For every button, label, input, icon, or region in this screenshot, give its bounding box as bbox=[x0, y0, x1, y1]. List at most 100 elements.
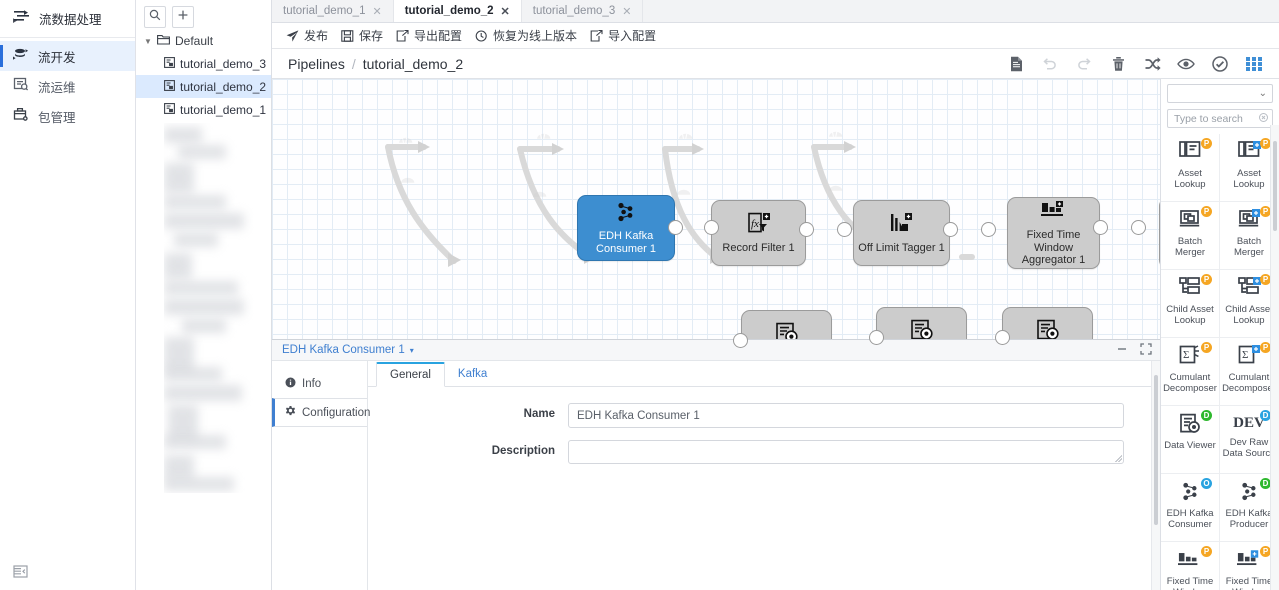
node-port-input[interactable] bbox=[733, 333, 748, 348]
grid-apps-icon[interactable] bbox=[1237, 51, 1271, 77]
node-port-input[interactable] bbox=[704, 220, 719, 235]
node-port-input[interactable] bbox=[837, 222, 852, 237]
tree-file-label: tutorial_demo_3 bbox=[180, 56, 267, 71]
search-button[interactable] bbox=[144, 5, 166, 28]
properties-scrollbar[interactable] bbox=[1151, 361, 1160, 590]
left-nav: 流数据处理 流开发 流运维 包管理 bbox=[0, 0, 136, 590]
folder-icon bbox=[157, 34, 170, 48]
palette-search[interactable]: Type to search bbox=[1167, 109, 1273, 128]
palette-scrollbar[interactable] bbox=[1270, 125, 1279, 590]
data-viewer-icon bbox=[1179, 413, 1202, 437]
sidebar-item-label: 包管理 bbox=[38, 110, 76, 125]
tree-file-item-selected[interactable]: tutorial_demo_2 bbox=[136, 75, 271, 98]
check-circle-icon[interactable] bbox=[1203, 51, 1237, 77]
breadcrumb-current: tutorial_demo_2 bbox=[362, 55, 464, 72]
node-port-input[interactable] bbox=[1131, 220, 1146, 235]
clear-icon[interactable] bbox=[1259, 112, 1268, 125]
palette-item-label: Asset Lookup bbox=[1174, 168, 1206, 190]
node-port-output[interactable] bbox=[943, 222, 958, 237]
editor-tab-active[interactable]: tutorial_demo_2 ✕ bbox=[393, 0, 522, 22]
close-icon[interactable]: ✕ bbox=[622, 5, 631, 18]
pipeline-node-fixed-time-window-aggregator-1[interactable]: Fixed Time Window Aggregator 1 bbox=[1007, 197, 1100, 269]
palette-search-input[interactable]: Type to search bbox=[1174, 113, 1255, 125]
sidebar-item-stream-ops[interactable]: 流运维 bbox=[0, 71, 135, 101]
import-config-button[interactable]: 导入配置 bbox=[590, 27, 669, 44]
pipeline-node-edh-kafka-consumer-1[interactable]: EDH Kafka Consumer 1 bbox=[577, 195, 675, 261]
properties-scroll-thumb[interactable] bbox=[1154, 375, 1158, 525]
document-icon[interactable] bbox=[999, 51, 1033, 77]
tab-kafka[interactable]: Kafka bbox=[445, 361, 500, 386]
redo-icon[interactable] bbox=[1067, 51, 1101, 77]
properties-side-label: Configuration bbox=[302, 406, 371, 419]
pipeline-node-record-filter-1[interactable]: fx Record Filter 1 bbox=[711, 200, 806, 266]
sidebar-item-label: 流运维 bbox=[38, 80, 76, 95]
node-port-output[interactable] bbox=[799, 222, 814, 237]
publish-button[interactable]: 发布 bbox=[286, 27, 341, 44]
properties-side-item-info[interactable]: Info bbox=[272, 369, 367, 398]
pipeline-file-icon bbox=[164, 102, 175, 117]
tree-file-item[interactable]: tutorial_demo_3 bbox=[136, 52, 271, 75]
node-label: Off Limit Tagger 1 bbox=[858, 241, 945, 254]
name-field[interactable]: EDH Kafka Consumer 1 bbox=[568, 403, 1124, 428]
palette-filter-select[interactable]: ⌄ bbox=[1167, 84, 1273, 103]
stream-logo-icon bbox=[13, 9, 30, 27]
node-port-input[interactable] bbox=[981, 222, 996, 237]
trash-icon[interactable] bbox=[1101, 51, 1135, 77]
palette-item-batch-merger[interactable]: P Batch Merger bbox=[1161, 202, 1220, 270]
editor-tab[interactable]: tutorial_demo_1 ✕ bbox=[272, 0, 394, 22]
stream-dev-icon bbox=[13, 47, 29, 65]
fixed-time-window-icon bbox=[1178, 549, 1202, 573]
name-field-value: EDH Kafka Consumer 1 bbox=[577, 409, 700, 422]
collapse-sidebar-button[interactable] bbox=[0, 556, 135, 590]
palette-item-asset-lookup[interactable]: P Asset Lookup bbox=[1161, 134, 1220, 202]
sidebar-item-stream-dev[interactable]: 流开发 bbox=[0, 41, 135, 71]
chevron-down-icon: ⌄ bbox=[1258, 88, 1267, 99]
properties-side-item-configuration[interactable]: Configuration bbox=[272, 398, 371, 427]
eye-icon[interactable] bbox=[1169, 51, 1203, 77]
tab-general[interactable]: General bbox=[376, 362, 445, 387]
search-icon bbox=[149, 9, 161, 24]
properties-tabs: General Kafka bbox=[368, 361, 1160, 387]
child-asset-lookup-icon bbox=[1237, 277, 1261, 301]
minimize-icon[interactable] bbox=[1116, 343, 1128, 358]
palette-scroll-thumb[interactable] bbox=[1273, 141, 1277, 231]
palette-item-child-asset-lookup[interactable]: P Child Asset Lookup bbox=[1161, 270, 1220, 338]
breadcrumb: Pipelines / tutorial_demo_2 bbox=[272, 49, 1279, 79]
palette-item-data-viewer[interactable]: D Data Viewer bbox=[1161, 406, 1220, 474]
node-port-input[interactable] bbox=[995, 330, 1010, 345]
caret-down-icon[interactable]: ▼ bbox=[144, 37, 152, 46]
palette-item-label: EDH Kafka Consumer bbox=[1166, 508, 1214, 530]
pipeline-node-off-limit-tagger-1[interactable]: Off Limit Tagger 1 bbox=[853, 200, 950, 266]
node-port-output[interactable] bbox=[1093, 220, 1108, 235]
undo-icon[interactable] bbox=[1033, 51, 1067, 77]
properties-title[interactable]: EDH Kafka Consumer 1 bbox=[282, 344, 405, 356]
caret-down-icon[interactable]: ▾ bbox=[410, 346, 414, 355]
breadcrumb-root[interactable]: Pipelines bbox=[288, 56, 345, 72]
save-button[interactable]: 保存 bbox=[341, 27, 396, 44]
save-label: 保存 bbox=[359, 29, 384, 43]
maximize-icon[interactable] bbox=[1140, 342, 1152, 358]
close-icon[interactable]: ✕ bbox=[372, 5, 381, 18]
description-field[interactable] bbox=[568, 440, 1124, 464]
palette-item-edh-kafka-consumer[interactable]: O EDH Kafka Consumer bbox=[1161, 474, 1220, 542]
tree-file-item[interactable]: tutorial_demo_1 bbox=[136, 98, 271, 121]
collapse-sidebar-icon bbox=[13, 565, 28, 581]
save-icon bbox=[341, 29, 354, 42]
shuffle-icon[interactable] bbox=[1135, 51, 1169, 77]
editor-tab[interactable]: tutorial_demo_3 ✕ bbox=[522, 0, 644, 22]
sidebar-item-package-manage[interactable]: 包管理 bbox=[0, 101, 135, 131]
close-icon[interactable]: ✕ bbox=[501, 5, 510, 18]
node-port-input[interactable] bbox=[869, 330, 884, 345]
palette-item-cumulant-decomposer[interactable]: Σ P Cumulant Decomposer bbox=[1161, 338, 1220, 406]
restore-online-version-button[interactable]: 恢复为线上版本 bbox=[475, 27, 590, 44]
add-pipeline-button[interactable] bbox=[172, 5, 194, 28]
node-port-output[interactable] bbox=[668, 220, 683, 235]
svg-text:Σ: Σ bbox=[1242, 349, 1248, 361]
properties-header: EDH Kafka Consumer 1 ▾ bbox=[272, 340, 1160, 361]
breadcrumb-separator: / bbox=[351, 55, 356, 72]
status-badge: P bbox=[1201, 274, 1212, 285]
export-config-button[interactable]: 导出配置 bbox=[396, 27, 475, 44]
palette-item-fixed-time-window[interactable]: P Fixed Time Window bbox=[1161, 542, 1220, 590]
status-badge: D bbox=[1201, 410, 1212, 421]
tree-root-default[interactable]: ▼ Default bbox=[136, 30, 271, 52]
